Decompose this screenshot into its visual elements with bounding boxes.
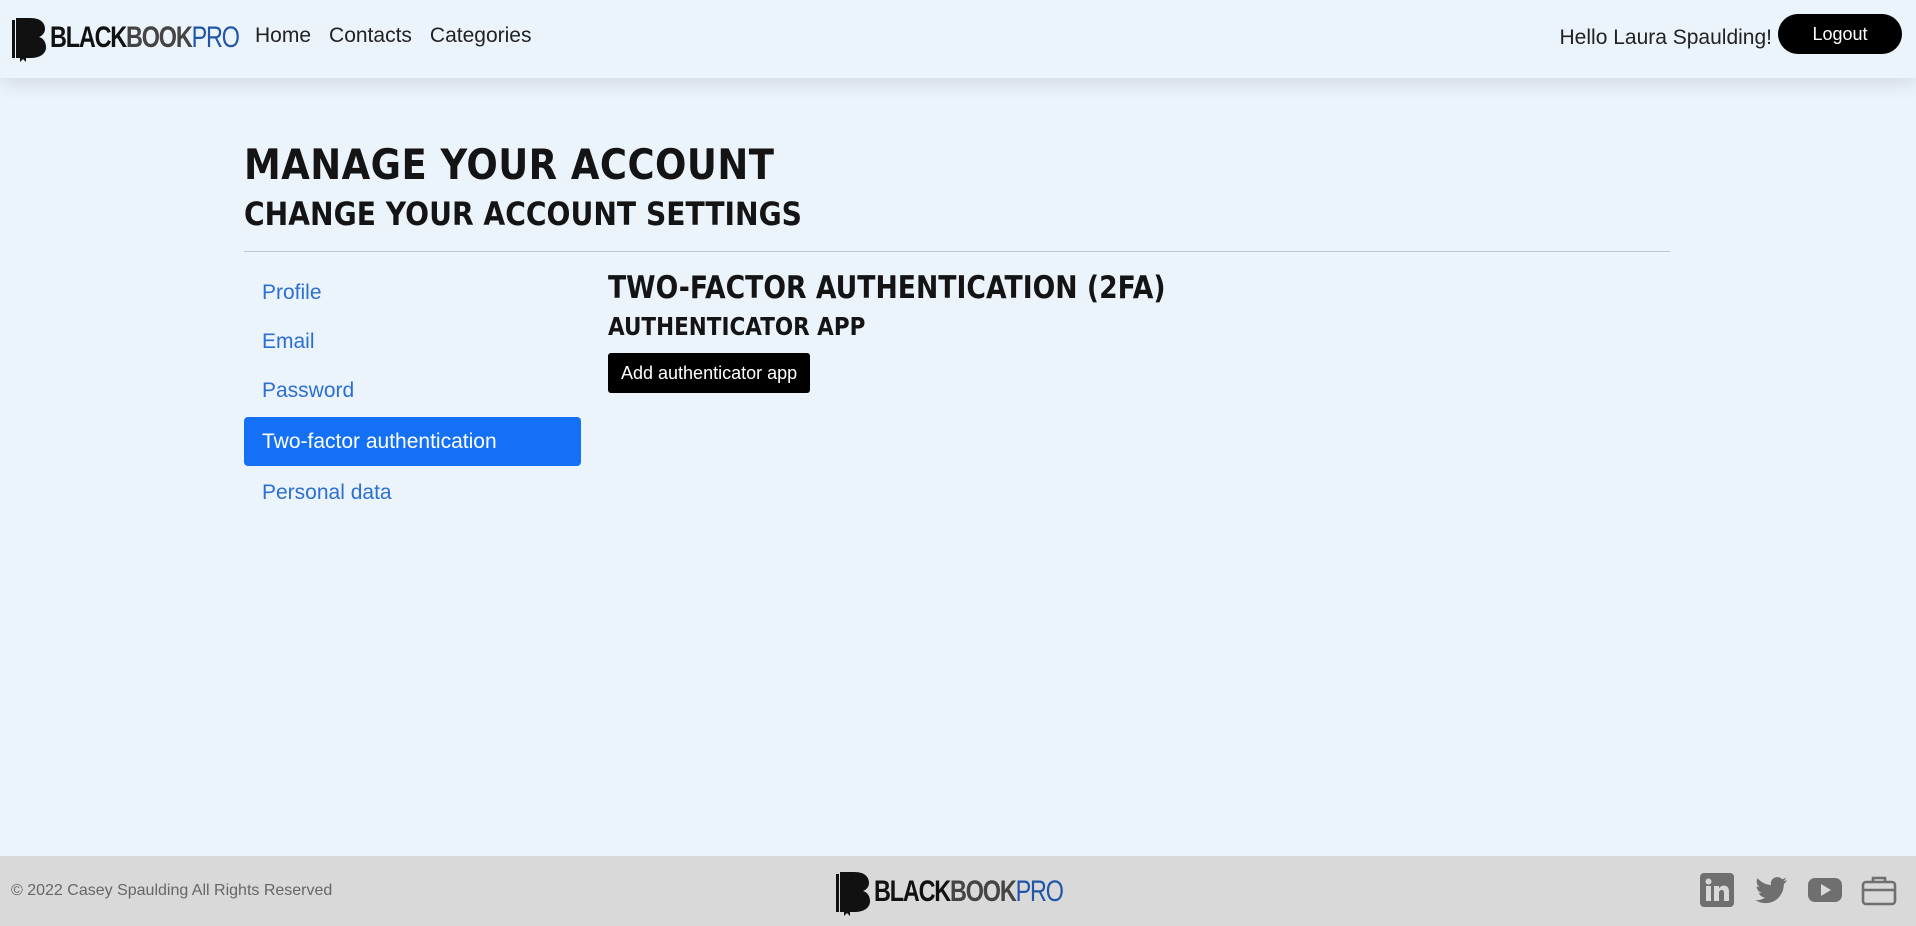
footer-brand-wordmark: BLACKBOOKPRO — [874, 875, 1064, 909]
twitter-icon[interactable] — [1752, 871, 1790, 909]
two-factor-heading: TWO-FACTOR AUTHENTICATION (2FA) — [608, 270, 1166, 306]
account-layout: Profile Email Password Two-factor authen… — [244, 270, 1670, 519]
side-nav-profile[interactable]: Profile — [244, 270, 581, 315]
brand-logo[interactable]: BLACKBOOKPRO — [12, 14, 292, 62]
footer-brand-part-pro: PRO — [1015, 875, 1064, 908]
brand-part-black: BLACK — [50, 21, 127, 54]
top-navbar: BLACKBOOKPRO Home Contacts Categories He… — [0, 0, 1916, 78]
social-links — [1698, 871, 1898, 909]
nav-contacts-link[interactable]: Contacts — [329, 24, 412, 48]
linkedin-icon[interactable] — [1698, 871, 1736, 909]
youtube-icon[interactable] — [1806, 871, 1844, 909]
section-divider — [244, 251, 1670, 252]
book-logo-icon — [12, 18, 46, 62]
briefcase-icon[interactable] — [1860, 871, 1898, 909]
account-side-nav: Profile Email Password Two-factor authen… — [244, 270, 581, 519]
nav-home-link[interactable]: Home — [255, 24, 311, 48]
footer-brand-part-black: BLACK — [874, 875, 951, 908]
side-nav-two-factor-authentication[interactable]: Two-factor authentication — [244, 417, 581, 466]
main-nav: Home Contacts Categories — [255, 24, 531, 48]
manage-account-main: MANAGE YOUR ACCOUNT CHANGE YOUR ACCOUNT … — [244, 140, 1670, 519]
page-footer: © 2022 Casey Spaulding All Rights Reserv… — [0, 856, 1916, 926]
book-logo-icon — [836, 872, 870, 916]
side-nav-personal-data[interactable]: Personal data — [244, 470, 581, 515]
page-subtitle: CHANGE YOUR ACCOUNT SETTINGS — [244, 195, 802, 233]
side-nav-email[interactable]: Email — [244, 319, 581, 364]
page-title: MANAGE YOUR ACCOUNT — [244, 140, 775, 189]
logout-button[interactable]: Logout — [1778, 14, 1902, 54]
copyright-text: © 2022 Casey Spaulding All Rights Reserv… — [11, 882, 333, 899]
add-authenticator-app-button[interactable]: Add authenticator app — [608, 353, 811, 393]
authenticator-app-heading: AUTHENTICATOR APP — [608, 312, 866, 341]
user-greeting: Hello Laura Spaulding! — [1559, 26, 1772, 49]
nav-categories-link[interactable]: Categories — [430, 24, 532, 48]
footer-brand-logo[interactable]: BLACKBOOKPRO — [836, 868, 1116, 916]
side-nav-password[interactable]: Password — [244, 368, 581, 413]
footer-brand-part-book: BOOK — [950, 875, 1017, 908]
two-factor-content: TWO-FACTOR AUTHENTICATION (2FA) AUTHENTI… — [608, 270, 1256, 519]
brand-part-book: BOOK — [126, 21, 193, 54]
brand-part-pro: PRO — [191, 21, 240, 54]
brand-wordmark: BLACKBOOKPRO — [50, 21, 240, 55]
